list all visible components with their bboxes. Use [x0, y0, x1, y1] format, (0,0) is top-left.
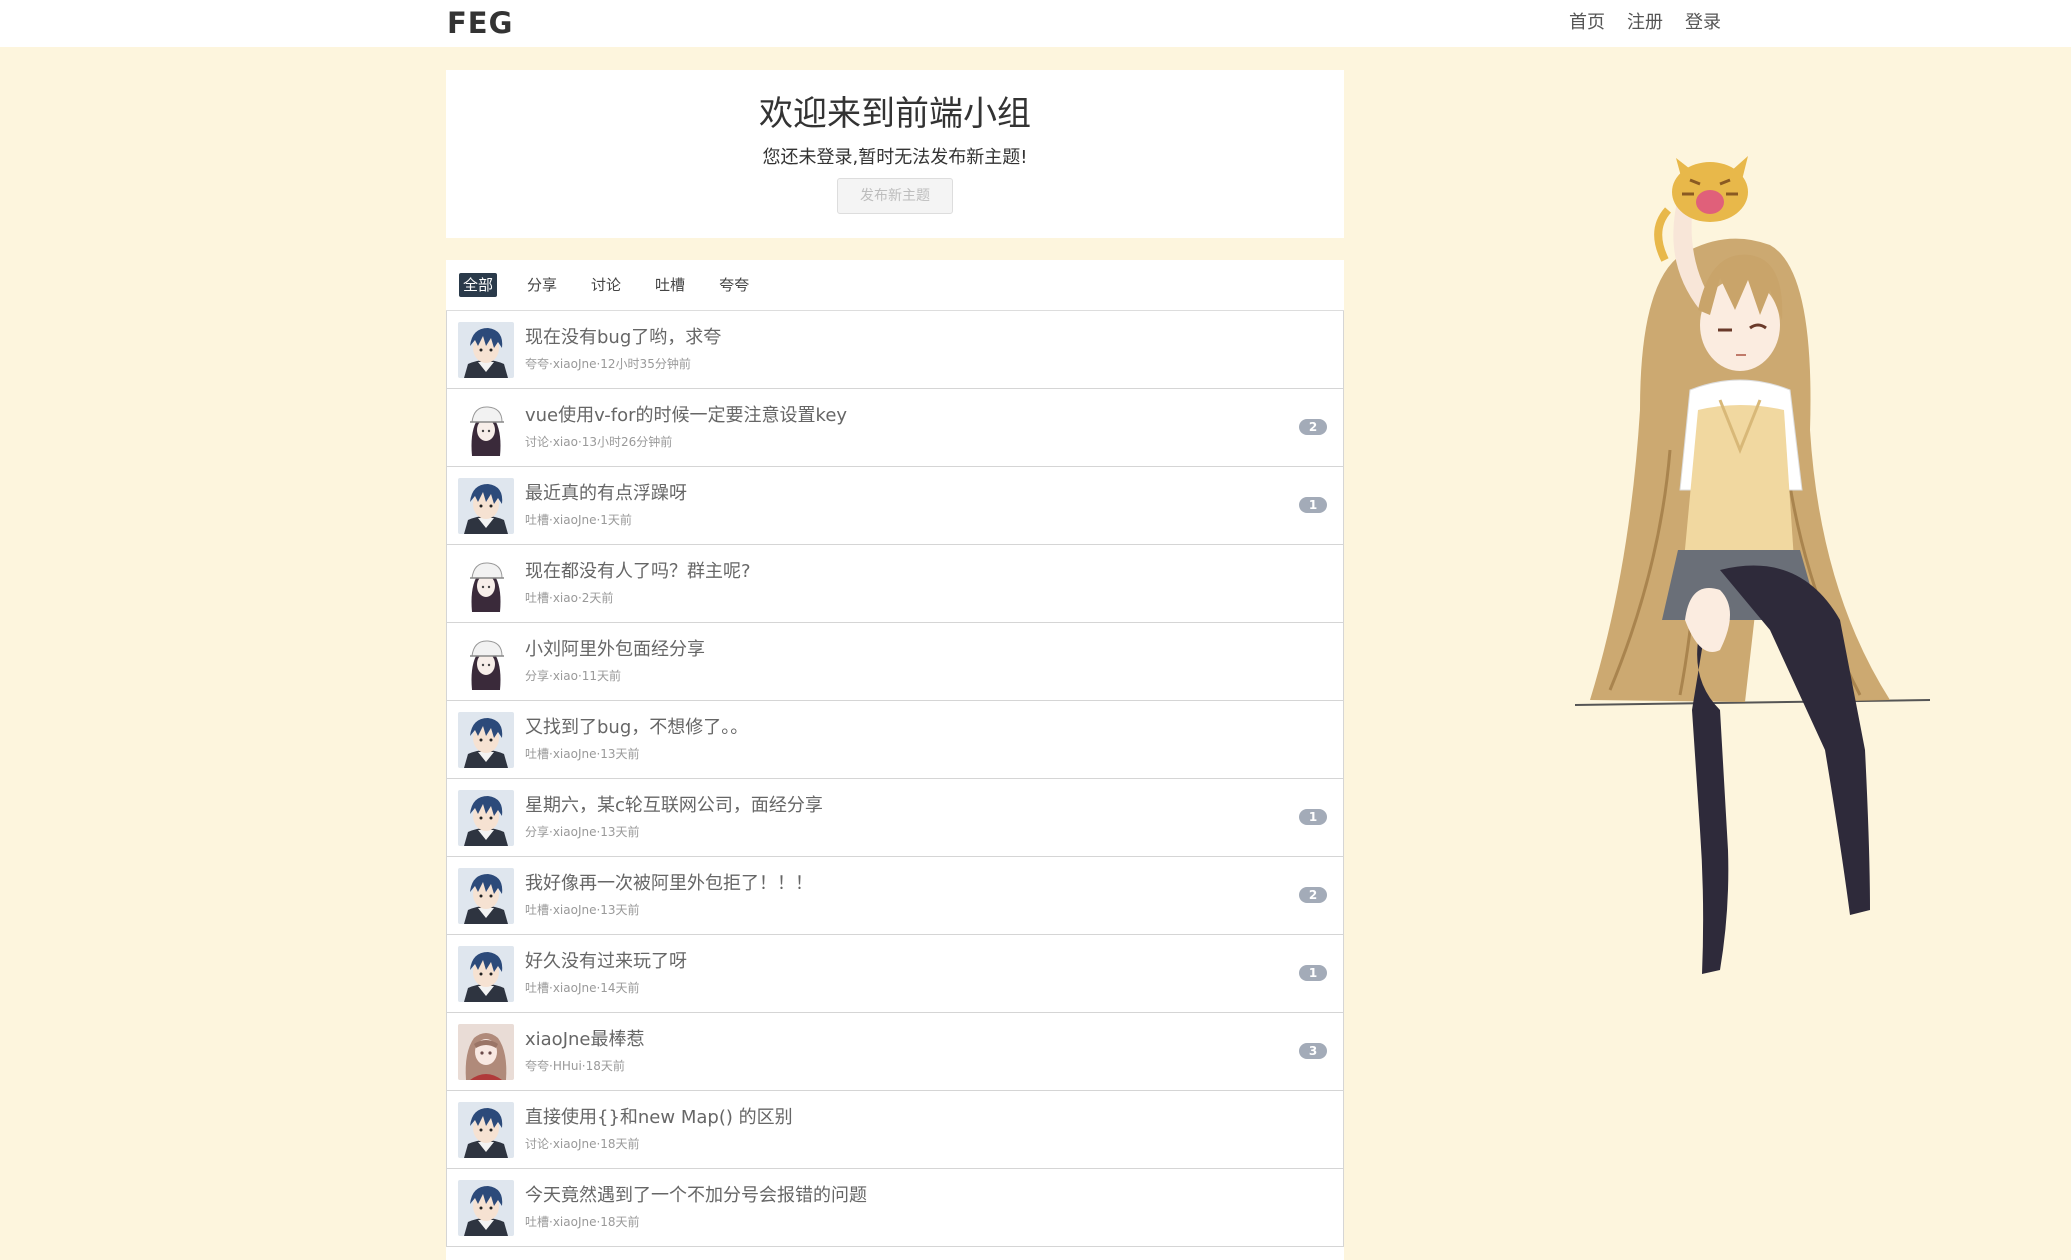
user-avatar[interactable]: [458, 712, 514, 768]
topic-meta: 夸夸·HHui·18天前: [525, 1059, 625, 1073]
topic-row[interactable]: 直接使用{}和new Map() 的区别讨论·xiaoJne·18天前: [446, 1091, 1344, 1169]
topic-row[interactable]: 星期六，某c轮互联网公司，面经分享分享·xiaoJne·13天前 1: [446, 779, 1344, 857]
user-avatar[interactable]: [458, 556, 514, 612]
welcome-title: 欢迎来到前端小组: [759, 94, 1031, 134]
topic-row[interactable]: 现在都没有人了吗？群主呢? 吐槽·xiao·2天前: [446, 545, 1344, 623]
topic-row[interactable]: 现在没有bug了哟，求夸夸夸·xiaoJne·12小时35分钟前: [446, 311, 1344, 389]
tab-all[interactable]: 全部: [459, 273, 498, 297]
nav-links: 首页 注册 登录: [1569, 11, 1721, 35]
topic-row[interactable]: 今天竟然遇到了一个不加分号会报错的问题吐槽·xiaoJne·18天前: [446, 1169, 1344, 1247]
topic-title-link[interactable]: 好久没有过来玩了呀: [525, 950, 687, 974]
topic-row[interactable]: 最近真的有点浮躁呀吐槽·xiaoJne·1天前 1: [446, 467, 1344, 545]
topic-meta: 吐槽·xiao·2天前: [525, 591, 614, 605]
topic-row[interactable]: xiaoJne最棒惹夸夸·HHui·18天前 3: [446, 1013, 1344, 1091]
user-avatar[interactable]: [458, 400, 514, 456]
user-avatar[interactable]: [458, 946, 514, 1002]
topic-meta: 讨论·xiao·13小时26分钟前: [525, 435, 673, 449]
anime-girl-with-tiger-illustration: [1574, 156, 1931, 974]
topic-meta: 讨论·xiaoJne·18天前: [525, 1137, 640, 1151]
post-new-topic-button[interactable]: 发布新主题: [837, 178, 953, 214]
tab-share[interactable]: 分享: [523, 273, 561, 297]
reply-count-badge: 1: [1299, 965, 1327, 981]
user-avatar[interactable]: [458, 1180, 514, 1236]
tab-discuss[interactable]: 讨论: [587, 273, 625, 297]
topic-rows: 现在没有bug了哟，求夸 夸夸·xiaoJne·12小时35分钟前 vue使用v-f…: [446, 311, 1344, 1247]
top-navbar: FEG 首页 注册 登录: [0, 0, 2071, 47]
topic-title-link[interactable]: 最近真的有点浮躁呀: [525, 482, 687, 506]
topic-title-link[interactable]: 我好像再一次被阿里外包拒了！！！: [525, 872, 813, 896]
topic-title-link[interactable]: 又找到了bug，不想修了。。: [525, 716, 748, 740]
user-avatar[interactable]: [458, 478, 514, 534]
topic-row[interactable]: 又找到了bug，不想修了。。吐槽·xiaoJne·13天前: [446, 701, 1344, 779]
topic-title-link[interactable]: 现在都没有人了吗？群主呢?: [525, 560, 751, 584]
tab-praise[interactable]: 夸夸: [715, 273, 753, 297]
reply-count-badge: 2: [1299, 887, 1327, 903]
reply-count-badge: 1: [1299, 809, 1327, 825]
topic-meta: 夸夸·xiaoJne·12小时35分钟前: [525, 357, 691, 371]
category-tabs: 全部 分享 讨论 吐槽 夸夸: [446, 260, 1344, 311]
topic-title-link[interactable]: 现在没有bug了哟，求夸: [525, 326, 721, 350]
brand-logo[interactable]: FEG: [447, 6, 513, 40]
topic-meta: 分享·xiao·11天前: [525, 669, 622, 683]
reply-count-badge: 2: [1299, 419, 1327, 435]
nav-link-home[interactable]: 首页: [1569, 11, 1605, 35]
topic-title-link[interactable]: vue使用v-for的时候一定要注意设置key: [525, 404, 847, 428]
user-avatar[interactable]: [458, 790, 514, 846]
topic-row[interactable]: 好久没有过来玩了呀吐槽·xiaoJne·14天前 1: [446, 935, 1344, 1013]
nav-link-register[interactable]: 注册: [1627, 11, 1663, 35]
topic-row[interactable]: vue使用v-for的时候一定要注意设置key 讨论·xiao·13小时26分钟前…: [446, 389, 1344, 467]
topic-list-panel: 全部 分享 讨论 吐槽 夸夸 现在没有bug了哟，求夸夸夸·xiaoJne·12…: [446, 260, 1344, 1260]
reply-count-badge: 3: [1299, 1043, 1327, 1059]
user-avatar[interactable]: [458, 322, 514, 378]
welcome-panel: 欢迎来到前端小组 您还未登录,暂时无法发布新主题! 发布新主题: [446, 70, 1344, 238]
tab-complain[interactable]: 吐槽: [651, 273, 689, 297]
user-avatar[interactable]: [458, 634, 514, 690]
login-required-message: 您还未登录,暂时无法发布新主题!: [762, 147, 1028, 168]
topic-meta: 吐槽·xiaoJne·13天前: [525, 747, 640, 761]
topic-row[interactable]: 小刘阿里外包面经分享分享·xiao·11天前: [446, 623, 1344, 701]
topic-meta: 分享·xiaoJne·13天前: [525, 825, 640, 839]
topic-title-link[interactable]: 直接使用{}和new Map() 的区别: [525, 1106, 793, 1130]
topic-title-link[interactable]: 小刘阿里外包面经分享: [525, 638, 705, 662]
user-avatar[interactable]: [458, 1024, 514, 1080]
user-avatar[interactable]: [458, 1102, 514, 1158]
reply-count-badge: 1: [1299, 497, 1327, 513]
topic-title-link[interactable]: 今天竟然遇到了一个不加分号会报错的问题: [525, 1184, 867, 1208]
topic-title-link[interactable]: xiaoJne最棒惹: [525, 1028, 645, 1052]
topic-meta: 吐槽·xiaoJne·18天前: [525, 1215, 640, 1229]
topic-meta: 吐槽·xiaoJne·13天前: [525, 903, 640, 917]
user-avatar[interactable]: [458, 868, 514, 924]
nav-link-login[interactable]: 登录: [1685, 11, 1721, 35]
topic-row[interactable]: 我好像再一次被阿里外包拒了！！！ 吐槽·xiaoJne·13天前 2: [446, 857, 1344, 935]
topic-meta: 吐槽·xiaoJne·14天前: [525, 981, 640, 995]
topic-title-link[interactable]: 星期六，某c轮互联网公司，面经分享: [525, 794, 823, 818]
topic-meta: 吐槽·xiaoJne·1天前: [525, 513, 632, 527]
